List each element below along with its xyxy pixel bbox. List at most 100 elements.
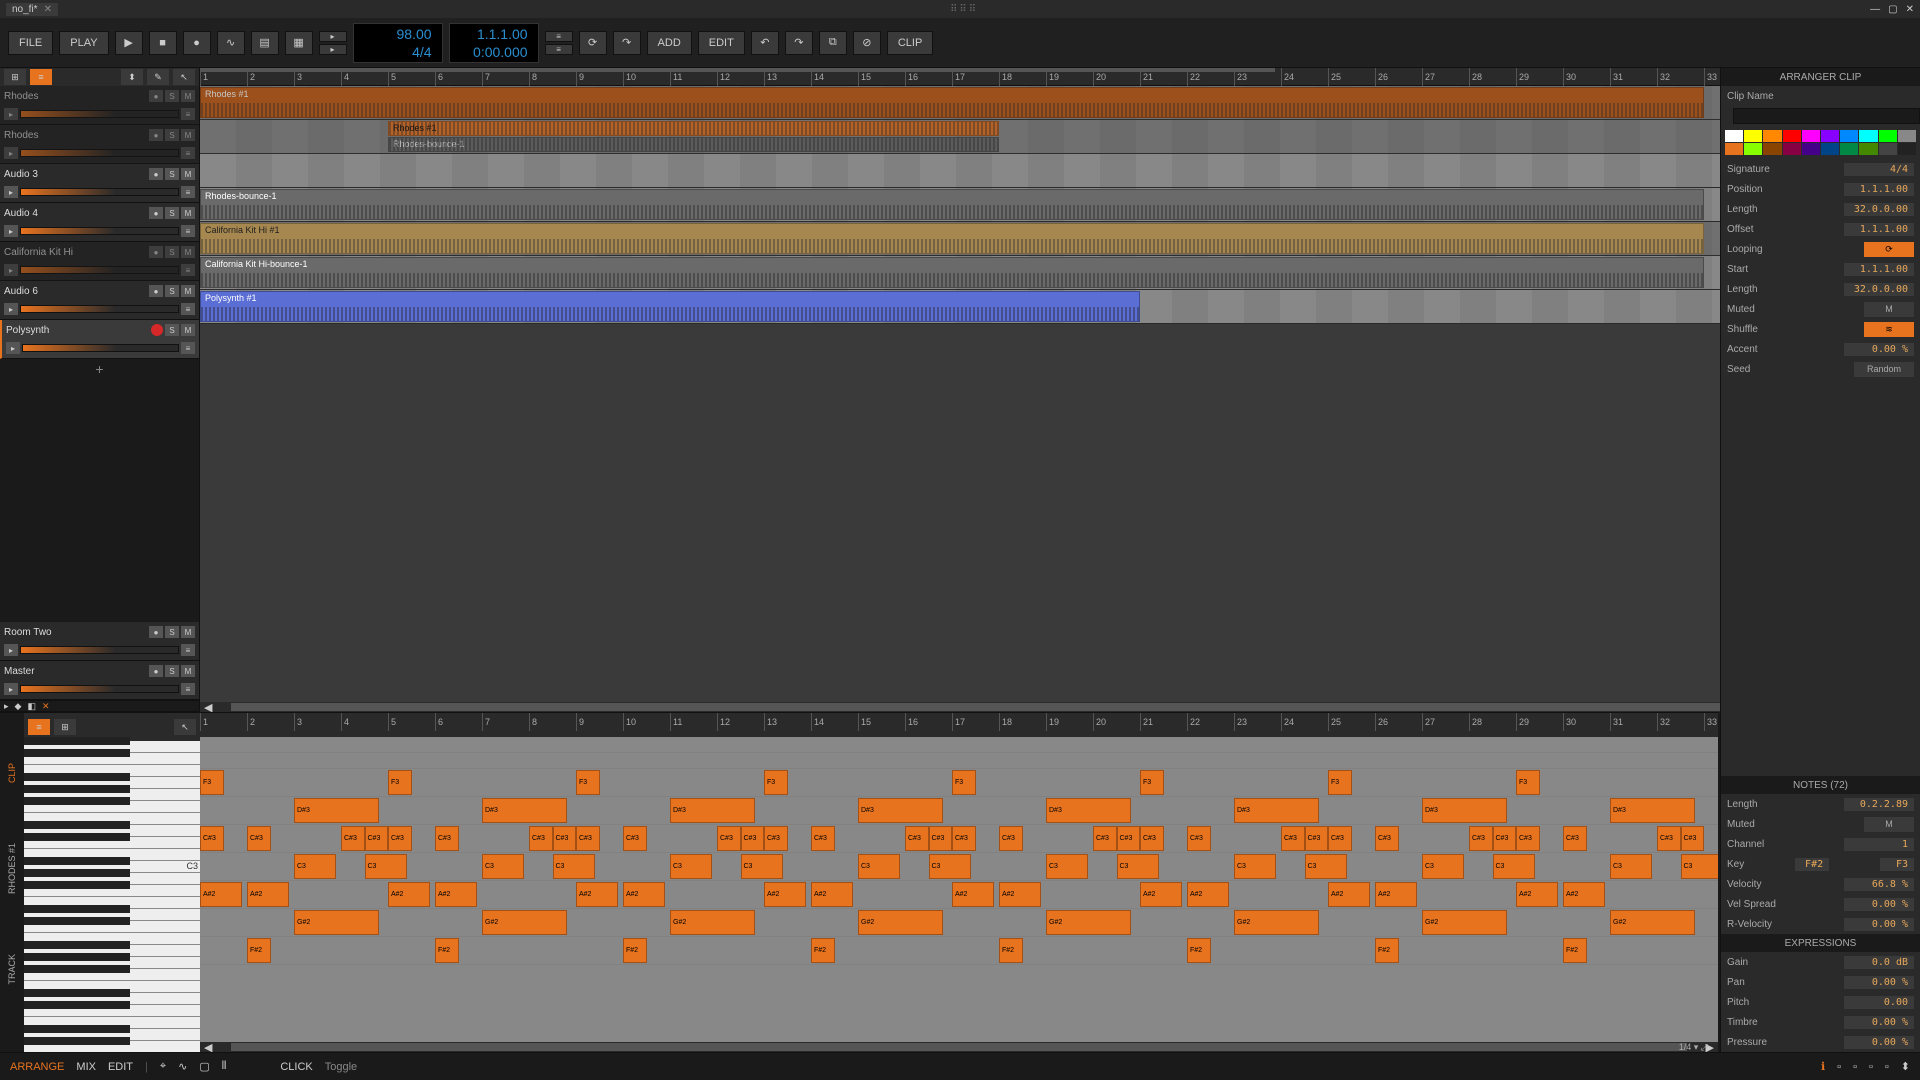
piano-roll[interactable]: 1234567891011121314151617181920212223242…: [200, 713, 1718, 1052]
midi-note[interactable]: C#3: [1187, 826, 1211, 851]
midi-note[interactable]: D#3: [670, 798, 755, 823]
arranger-icon[interactable]: ≡: [30, 69, 52, 85]
midi-note[interactable]: C3: [1610, 854, 1652, 879]
midi-note[interactable]: C3: [1234, 854, 1276, 879]
midi-note[interactable]: C#3: [999, 826, 1023, 851]
clip[interactable]: California Kit Hi #1: [200, 223, 1704, 254]
track-lane[interactable]: Rhodes #1Rhodes-bounce-1: [200, 120, 1920, 154]
clip-name-input[interactable]: [1733, 108, 1920, 124]
note-lane[interactable]: C3C3C3C3C3C3C3C3C3C3C3C3C3C3C3C3: [200, 853, 1718, 881]
note-lane[interactable]: C#3C#3C#3C#3C#3C#3C#3C#3C#3C#3C#3C#3C#3C…: [200, 825, 1718, 853]
pencil-icon[interactable]: ✎: [147, 69, 169, 85]
seed-random-button[interactable]: Random: [1854, 362, 1914, 377]
midi-note[interactable]: C3: [858, 854, 900, 879]
midi-note[interactable]: C#3: [576, 826, 600, 851]
key-hi-field[interactable]: F3: [1880, 858, 1914, 871]
midi-note[interactable]: D#3: [1234, 798, 1319, 823]
stop-icon[interactable]: ■: [149, 31, 177, 55]
metronome-pre-icon[interactable]: ▸: [319, 31, 347, 42]
midi-note[interactable]: F3: [952, 770, 976, 795]
drum-view-icon[interactable]: ⊞: [54, 719, 76, 735]
track-header[interactable]: California Kit Hi●SM▸≡: [0, 242, 199, 281]
device-panel-icon[interactable]: ▫: [1869, 1061, 1873, 1073]
clip[interactable]: Rhodes #1: [200, 87, 1704, 118]
copy-icon[interactable]: ⧉: [819, 31, 847, 55]
color-swatch[interactable]: [1763, 143, 1781, 155]
note-lane[interactable]: D#3D#3D#3D#3D#3D#3D#3D#3: [200, 797, 1718, 825]
maximize-icon[interactable]: ▢: [1888, 4, 1897, 15]
midi-note[interactable]: C3: [1422, 854, 1464, 879]
channel-field[interactable]: 1: [1844, 838, 1914, 851]
color-swatch[interactable]: [1783, 130, 1801, 142]
midi-note[interactable]: A#2: [1140, 882, 1182, 907]
delete-icon[interactable]: ⊘: [853, 31, 881, 55]
track-height-icon[interactable]: ⬍: [121, 69, 143, 85]
note-lane[interactable]: F3F3F3F3F3F3F3F3: [200, 769, 1718, 797]
color-picker[interactable]: [1721, 126, 1920, 159]
track-header[interactable]: Audio 4●SM▸≡: [0, 203, 199, 242]
midi-note[interactable]: C3: [670, 854, 712, 879]
note-lane[interactable]: G#2G#2G#2G#2G#2G#2G#2G#2: [200, 909, 1718, 937]
midi-note[interactable]: F3: [764, 770, 788, 795]
play-icon[interactable]: ▶: [115, 31, 143, 55]
midi-note[interactable]: A#2: [435, 882, 477, 907]
undo-icon[interactable]: ↶: [751, 31, 779, 55]
note-lane[interactable]: F#2F#2F#2F#2F#2F#2F#2F#2: [200, 937, 1718, 965]
dashboard-icon[interactable]: ℹ: [1821, 1060, 1825, 1073]
midi-note[interactable]: F#2: [623, 938, 647, 963]
clip[interactable]: Rhodes-bounce-1: [200, 189, 1704, 220]
midi-note[interactable]: D#3: [482, 798, 567, 823]
looping-toggle[interactable]: ⟳: [1864, 242, 1914, 257]
midi-note[interactable]: A#2: [1328, 882, 1370, 907]
marker-icon[interactable]: ▸: [4, 701, 9, 712]
scroll-thumb[interactable]: [231, 703, 1888, 711]
midi-note[interactable]: C3: [1117, 854, 1159, 879]
midi-note[interactable]: C#3: [365, 826, 389, 851]
midi-note[interactable]: A#2: [1516, 882, 1558, 907]
midi-note[interactable]: C#3: [388, 826, 412, 851]
redo-icon[interactable]: ↷: [785, 31, 813, 55]
midi-note[interactable]: C#3: [1328, 826, 1352, 851]
pointer-tool-icon[interactable]: ↖: [174, 719, 196, 735]
mix-tab[interactable]: MIX: [76, 1061, 96, 1073]
note-mute-toggle[interactable]: M: [1864, 817, 1914, 832]
tab-track[interactable]: TRACK: [5, 944, 19, 995]
bus-track-header[interactable]: Master●SM▸≡: [0, 661, 199, 700]
midi-note[interactable]: C#3: [247, 826, 271, 851]
midi-note[interactable]: C#3: [1117, 826, 1141, 851]
automation-write-icon[interactable]: ∿: [217, 31, 245, 55]
signature-field[interactable]: 4/4: [1844, 163, 1914, 176]
midi-note[interactable]: A#2: [388, 882, 430, 907]
automation-read-icon[interactable]: ▤: [251, 31, 279, 55]
pressure-field[interactable]: 0.00 %: [1844, 1036, 1914, 1049]
midi-note[interactable]: F#2: [1187, 938, 1211, 963]
cue-marker-icon[interactable]: ◆: [15, 701, 22, 712]
groove-icon[interactable]: ≡: [545, 31, 573, 42]
shuffle-toggle[interactable]: ≋: [1864, 322, 1914, 337]
midi-note[interactable]: C#3: [341, 826, 365, 851]
play-button[interactable]: PLAY: [59, 31, 108, 55]
color-swatch[interactable]: [1898, 143, 1916, 155]
loop-start-field[interactable]: 1.1.1.00: [1844, 263, 1914, 276]
track-header[interactable]: Audio 3●SM▸≡: [0, 164, 199, 203]
color-swatch[interactable]: [1744, 130, 1762, 142]
midi-note[interactable]: G#2: [482, 910, 567, 935]
clip-button[interactable]: CLIP: [887, 31, 933, 55]
midi-note[interactable]: C#3: [905, 826, 929, 851]
color-swatch[interactable]: [1744, 143, 1762, 155]
color-swatch[interactable]: [1821, 130, 1839, 142]
mixer-panel-icon[interactable]: ▫: [1885, 1061, 1889, 1073]
midi-note[interactable]: A#2: [811, 882, 853, 907]
note-lane[interactable]: A#2A#2A#2A#2A#2A#2A#2A#2A#2A#2A#2A#2A#2A…: [200, 881, 1718, 909]
arranger-scrollbar[interactable]: ◀ ▶ 1/4 ▾ ⤢: [200, 702, 1920, 712]
footer-icon-1[interactable]: ⌖: [160, 1060, 166, 1073]
midi-note[interactable]: A#2: [247, 882, 289, 907]
midi-note[interactable]: C#3: [717, 826, 741, 851]
arrange-tab[interactable]: ARRANGE: [10, 1061, 64, 1073]
edit-button[interactable]: EDIT: [698, 31, 745, 55]
track-lane[interactable]: Polysynth #1: [200, 290, 1920, 324]
footer-icon-4[interactable]: ⫴: [222, 1060, 227, 1073]
midi-note[interactable]: C#3: [1093, 826, 1117, 851]
track-lane[interactable]: [200, 154, 1920, 188]
close-fx-icon[interactable]: ✕: [42, 701, 50, 712]
